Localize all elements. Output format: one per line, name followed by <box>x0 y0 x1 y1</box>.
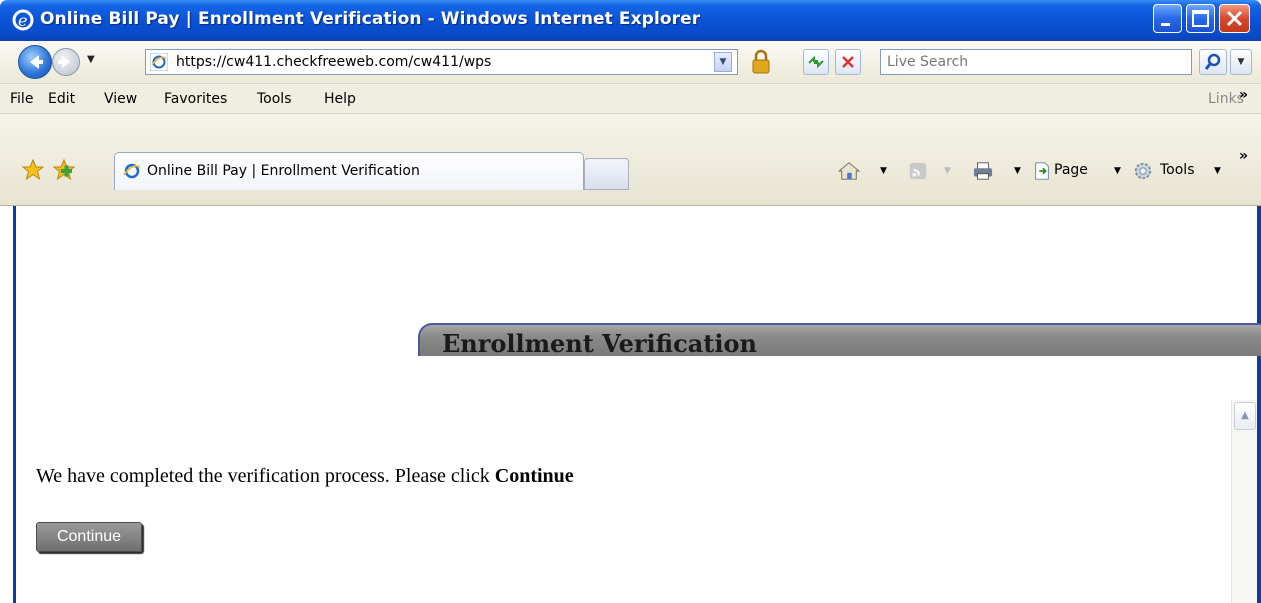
refresh-button[interactable] <box>803 49 829 75</box>
stop-button[interactable] <box>835 49 861 75</box>
close-button[interactable] <box>1219 4 1250 33</box>
command-bar-chevron[interactable]: » <box>1239 148 1248 168</box>
page-icon[interactable] <box>1032 161 1052 181</box>
forward-icon <box>58 56 70 68</box>
minimize-icon <box>1161 23 1170 26</box>
feed-dropdown[interactable]: ▼ <box>944 166 951 186</box>
home-icon[interactable] <box>836 161 862 181</box>
menu-view[interactable]: View <box>104 91 137 107</box>
page-dropdown[interactable]: ▼ <box>1114 166 1121 186</box>
page-title: Enrollment Verification <box>442 329 757 358</box>
new-tab-button[interactable] <box>584 158 629 190</box>
page-menu-label[interactable]: Page <box>1054 162 1088 182</box>
favorites-star-icon[interactable] <box>22 159 44 181</box>
close-icon <box>1226 10 1243 27</box>
tools-gear-icon[interactable] <box>1132 161 1154 181</box>
page-content <box>13 206 1257 603</box>
section-header: Enrollment Verification <box>418 323 1261 358</box>
scroll-up-icon[interactable]: ▲ <box>1234 402 1256 430</box>
print-icon[interactable] <box>971 161 995 181</box>
window-titlebar: e Online Bill Pay | Enrollment Verificat… <box>0 0 1261 41</box>
forward-button[interactable] <box>52 48 80 76</box>
tools-menu-label[interactable]: Tools <box>1160 162 1195 182</box>
add-favorite-icon[interactable] <box>53 159 75 181</box>
menu-favorites[interactable]: Favorites <box>164 91 227 107</box>
menu-edit[interactable]: Edit <box>48 91 75 107</box>
address-field[interactable]: https://cw411.checkfreeweb.com/cw411/wps… <box>145 49 738 75</box>
url-text: https://cw411.checkfreeweb.com/cw411/wps <box>176 54 492 70</box>
search-button[interactable] <box>1199 49 1227 75</box>
ie-icon <box>150 53 168 71</box>
refresh-icon <box>808 55 824 69</box>
minimize-button[interactable] <box>1153 4 1182 33</box>
print-dropdown[interactable]: ▼ <box>1014 166 1021 186</box>
address-dropdown[interactable]: ▼ <box>714 52 732 72</box>
menu-file[interactable]: File <box>10 91 33 107</box>
message-emphasis: Continue <box>494 465 574 487</box>
vertical-scrollbar[interactable]: ▲ <box>1231 400 1257 603</box>
home-dropdown[interactable]: ▼ <box>880 166 887 186</box>
back-icon <box>30 55 43 69</box>
search-options-dropdown[interactable]: ▼ <box>1230 49 1252 75</box>
svg-text:e: e <box>18 11 27 30</box>
recent-pages-dropdown[interactable]: ▼ <box>87 54 99 68</box>
ie-icon <box>123 163 141 179</box>
tab-command-bar: Online Bill Pay | Enrollment Verificatio… <box>0 114 1261 206</box>
tools-dropdown[interactable]: ▼ <box>1214 166 1221 186</box>
window-title: Online Bill Pay | Enrollment Verificatio… <box>40 9 701 29</box>
back-button[interactable] <box>18 45 52 79</box>
window-frame-edge <box>1257 206 1261 603</box>
feed-icon[interactable] <box>907 161 929 181</box>
stop-icon <box>842 56 854 68</box>
lock-icon[interactable] <box>748 49 774 75</box>
search-input[interactable]: Live Search <box>880 49 1192 75</box>
tab-enrollment-verification[interactable]: Online Bill Pay | Enrollment Verificatio… <box>114 152 584 190</box>
address-toolbar: ▼ https://cw411.checkfreeweb.com/cw411/w… <box>0 41 1261 83</box>
maximize-button[interactable] <box>1186 4 1215 33</box>
maximize-icon <box>1192 10 1209 27</box>
menu-tools[interactable]: Tools <box>257 91 292 107</box>
message-text: We have completed the verification proce… <box>36 465 495 487</box>
ie-icon: e <box>12 9 34 31</box>
verification-message: We have completed the verification proce… <box>36 465 574 488</box>
continue-button[interactable]: Continue <box>36 522 142 552</box>
tab-label: Online Bill Pay | Enrollment Verificatio… <box>147 163 420 179</box>
menu-bar: File Edit View Favorites Tools Help Link… <box>0 83 1261 114</box>
links-chevron[interactable]: » <box>1239 87 1248 103</box>
search-icon <box>1204 53 1221 70</box>
menu-help[interactable]: Help <box>324 91 356 107</box>
search-placeholder: Live Search <box>887 54 969 70</box>
